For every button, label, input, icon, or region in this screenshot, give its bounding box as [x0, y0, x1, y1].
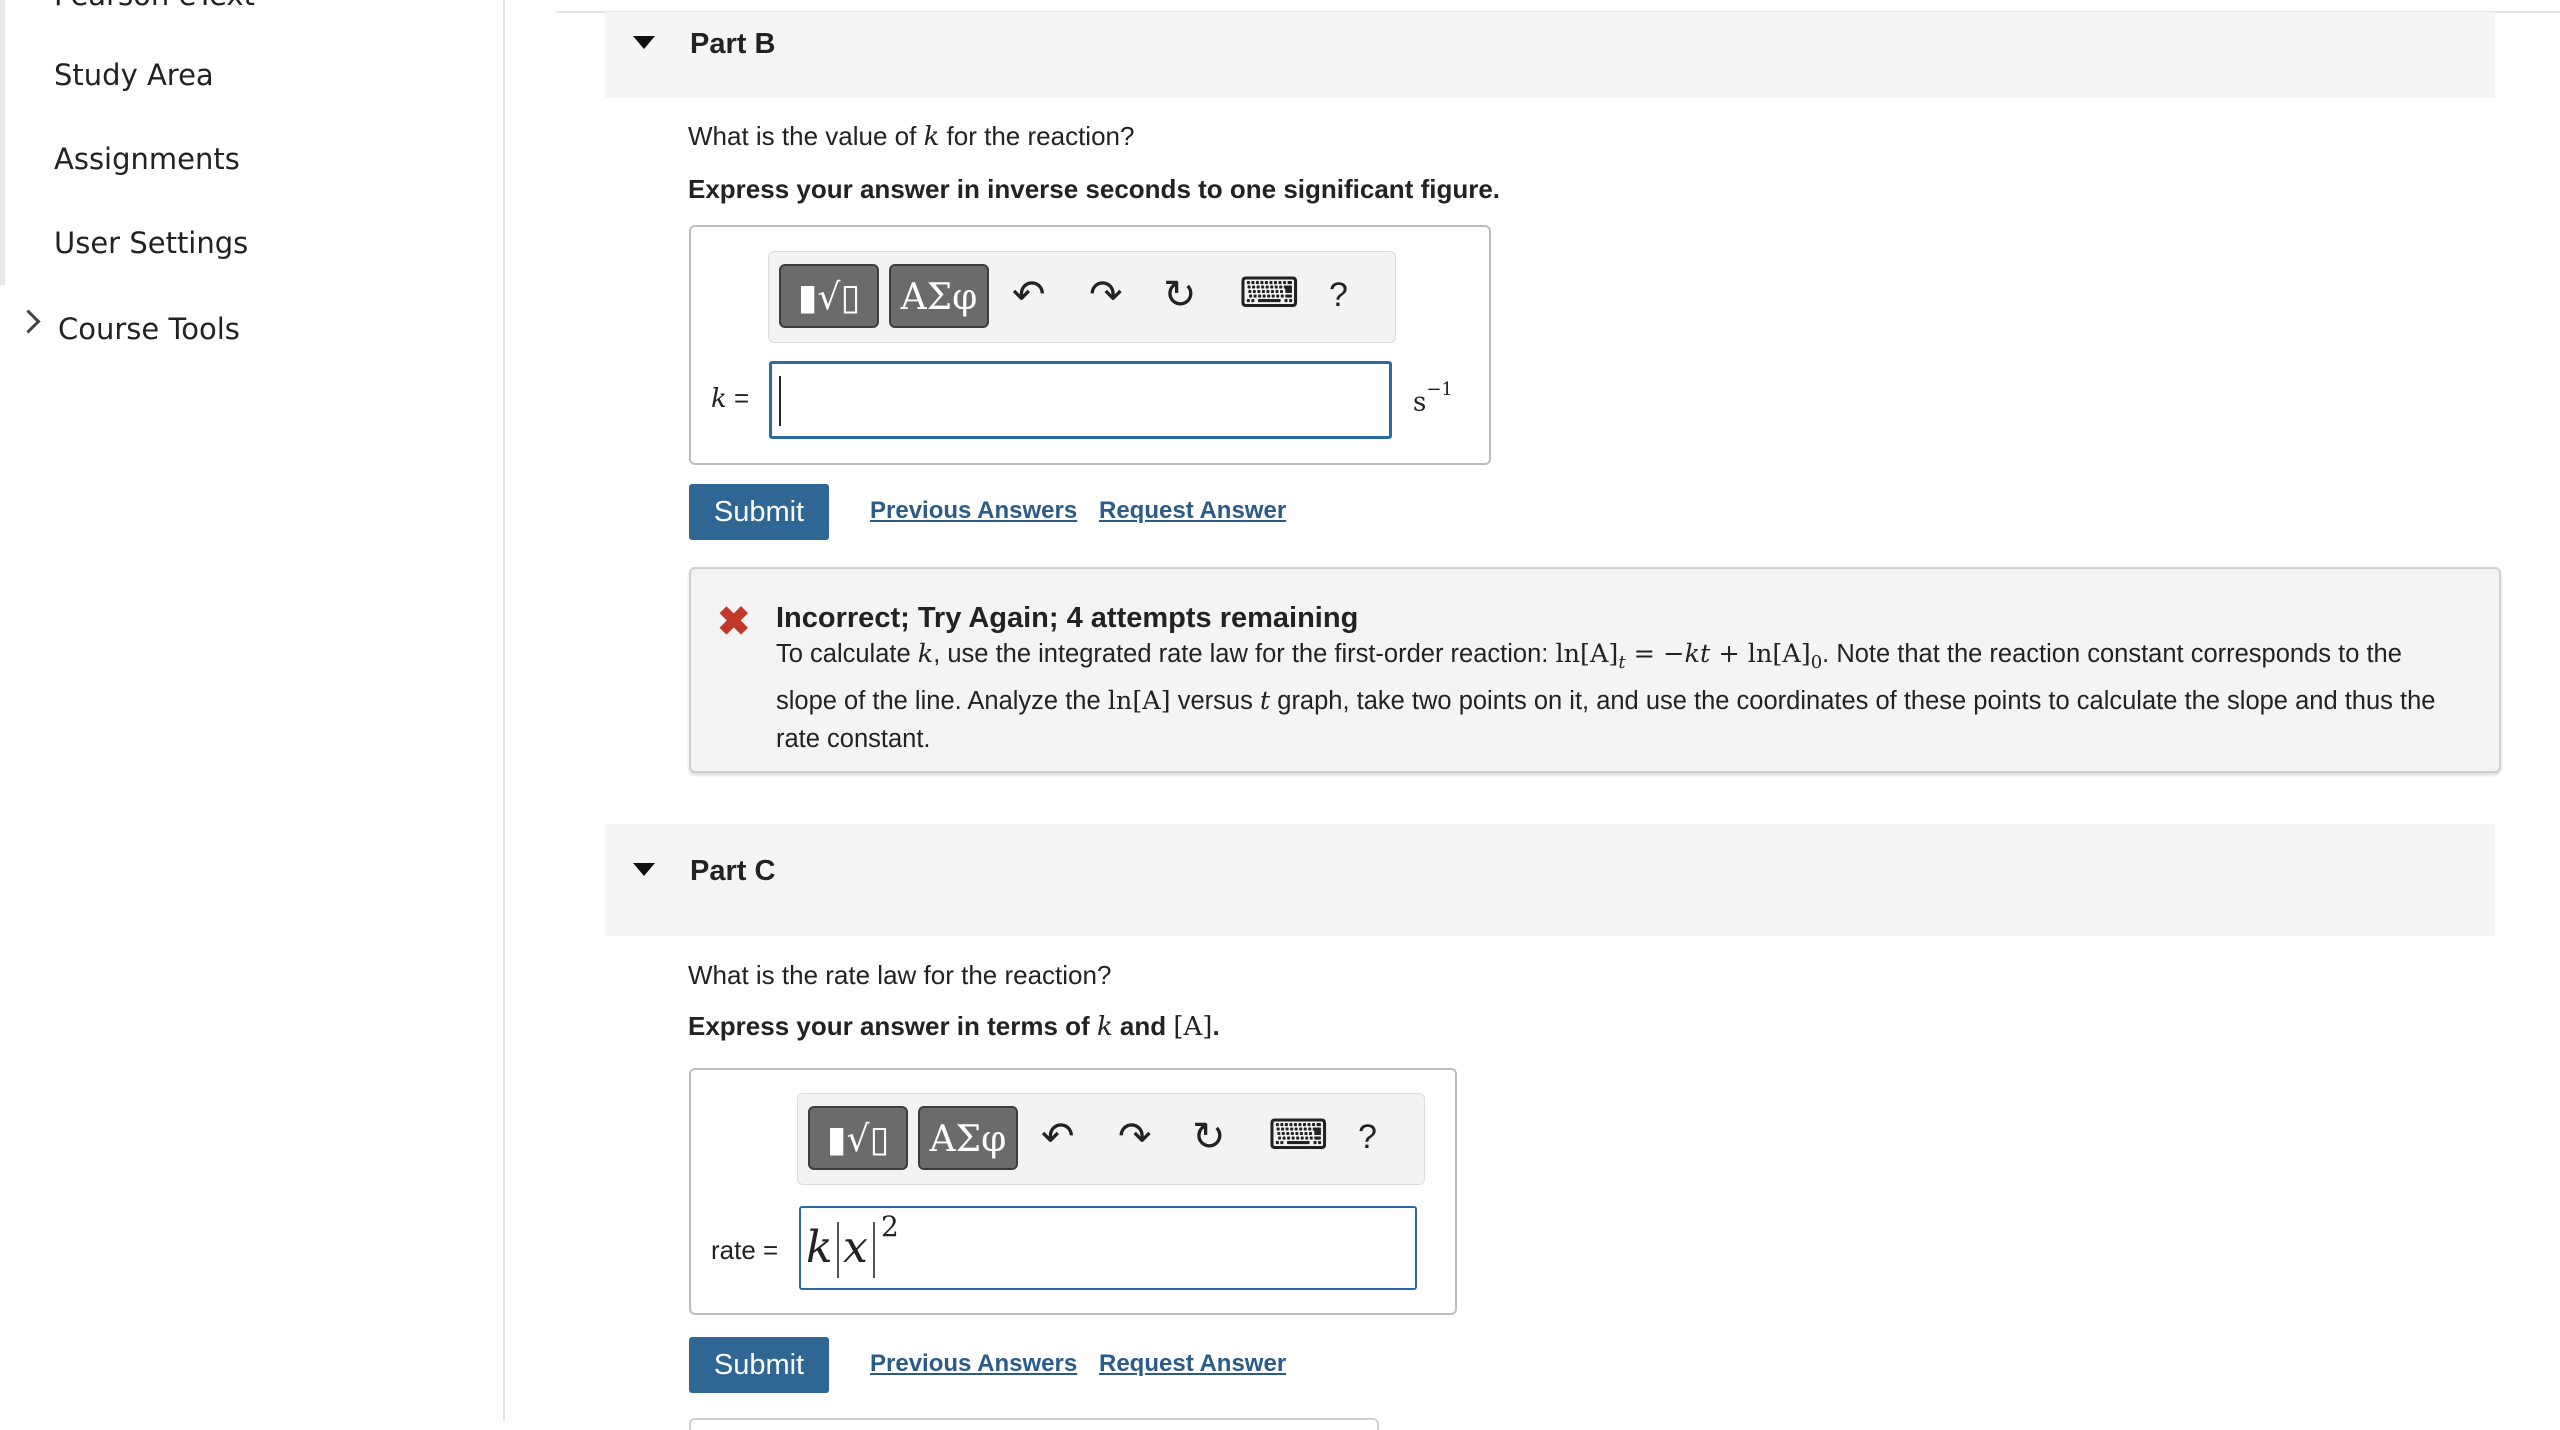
undo-icon[interactable]: ↶ — [1012, 272, 1046, 318]
part-b-answer-box: ▮√▯ ΑΣφ ↶ ↷ ↻ ⌨ ? k = s−1 — [689, 225, 1491, 465]
undo-icon[interactable]: ↶ — [1041, 1114, 1075, 1160]
greek-symbols-button[interactable]: ΑΣφ — [889, 264, 989, 328]
part-b-math-toolbar: ▮√▯ ΑΣφ ↶ ↷ ↻ ⌨ ? — [768, 251, 1396, 343]
part-b-title: Part B — [690, 28, 776, 60]
help-icon[interactable]: ? — [1358, 1118, 1377, 1157]
part-c-answer-box: ▮√▯ ΑΣφ ↶ ↷ ↻ ⌨ ? rate = k x 2 — [689, 1068, 1457, 1315]
part-b-header[interactable]: Part B — [605, 12, 2495, 98]
part-c-title: Part C — [690, 855, 776, 887]
keyboard-icon[interactable]: ⌨ — [1239, 268, 1300, 317]
sidebar-item-course-tools[interactable]: Course Tools — [58, 312, 240, 346]
part-b-feedback: ✖ Incorrect; Try Again; 4 attempts remai… — [689, 567, 2501, 773]
part-c-instruction: Express your answer in terms of k and [A… — [688, 1011, 1220, 1042]
reset-icon[interactable]: ↻ — [1163, 272, 1197, 318]
templates-button[interactable]: ▮√▯ — [808, 1106, 908, 1170]
part-c-submit-button[interactable]: Submit — [689, 1337, 829, 1393]
input-x: x — [843, 1222, 868, 1273]
sidebar-item-etext[interactable]: Pearson eText — [54, 0, 255, 12]
part-c-answer-input[interactable]: k x 2 — [799, 1206, 1417, 1290]
part-b-question: What is the value of k for the reaction? — [688, 121, 1135, 152]
caret-down-icon[interactable] — [633, 36, 655, 49]
next-panel-edge — [689, 1418, 1379, 1430]
part-b-request-answer-link[interactable]: Request Answer — [1099, 497, 1286, 525]
part-b-unit: s−1 — [1413, 379, 1453, 418]
help-icon[interactable]: ? — [1329, 276, 1348, 315]
redo-icon[interactable]: ↷ — [1089, 272, 1123, 318]
redo-icon[interactable]: ↷ — [1118, 1114, 1152, 1160]
feedback-body: To calculate k, use the integrated rate … — [776, 639, 2436, 754]
reset-icon[interactable]: ↻ — [1192, 1114, 1226, 1160]
part-c-input-label: rate = — [711, 1235, 779, 1265]
part-b-submit-button[interactable]: Submit — [689, 484, 829, 540]
cursor-divider — [837, 1222, 839, 1278]
sidebar-item-study-area[interactable]: Study Area — [54, 58, 214, 92]
part-b-answer-input[interactable] — [769, 361, 1392, 439]
feedback-title: Incorrect; Try Again; 4 attempts remaini… — [776, 602, 1359, 634]
keyboard-icon[interactable]: ⌨ — [1268, 1110, 1329, 1159]
greek-symbols-button[interactable]: ΑΣφ — [918, 1106, 1018, 1170]
sidebar-item-assignments[interactable]: Assignments — [54, 142, 240, 176]
part-b-input-label: k = — [711, 383, 750, 414]
part-c-header[interactable]: Part C — [605, 824, 2495, 936]
part-c-math-toolbar: ▮√▯ ΑΣφ ↶ ↷ ↻ ⌨ ? — [797, 1093, 1425, 1185]
input-exponent: 2 — [881, 1210, 899, 1243]
templates-button[interactable]: ▮√▯ — [779, 264, 879, 328]
incorrect-x-icon: ✖ — [717, 600, 751, 644]
part-c-request-answer-link[interactable]: Request Answer — [1099, 1350, 1286, 1378]
sidebar-item-user-settings[interactable]: User Settings — [54, 226, 248, 260]
sidebar: Pearson eText Study Area Assignments Use… — [0, 0, 505, 1422]
text-cursor — [779, 376, 781, 426]
caret-down-icon[interactable] — [633, 863, 655, 876]
part-c-previous-answers-link[interactable]: Previous Answers — [870, 1350, 1077, 1378]
input-k: k — [806, 1222, 833, 1273]
chevron-right-icon[interactable] — [16, 309, 41, 334]
part-b-instruction: Express your answer in inverse seconds t… — [688, 174, 1501, 204]
cursor-divider — [873, 1222, 875, 1278]
part-b-previous-answers-link[interactable]: Previous Answers — [870, 497, 1077, 525]
sidebar-accent-bar — [0, 0, 5, 285]
part-c-question: What is the rate law for the reaction? — [688, 960, 1112, 990]
